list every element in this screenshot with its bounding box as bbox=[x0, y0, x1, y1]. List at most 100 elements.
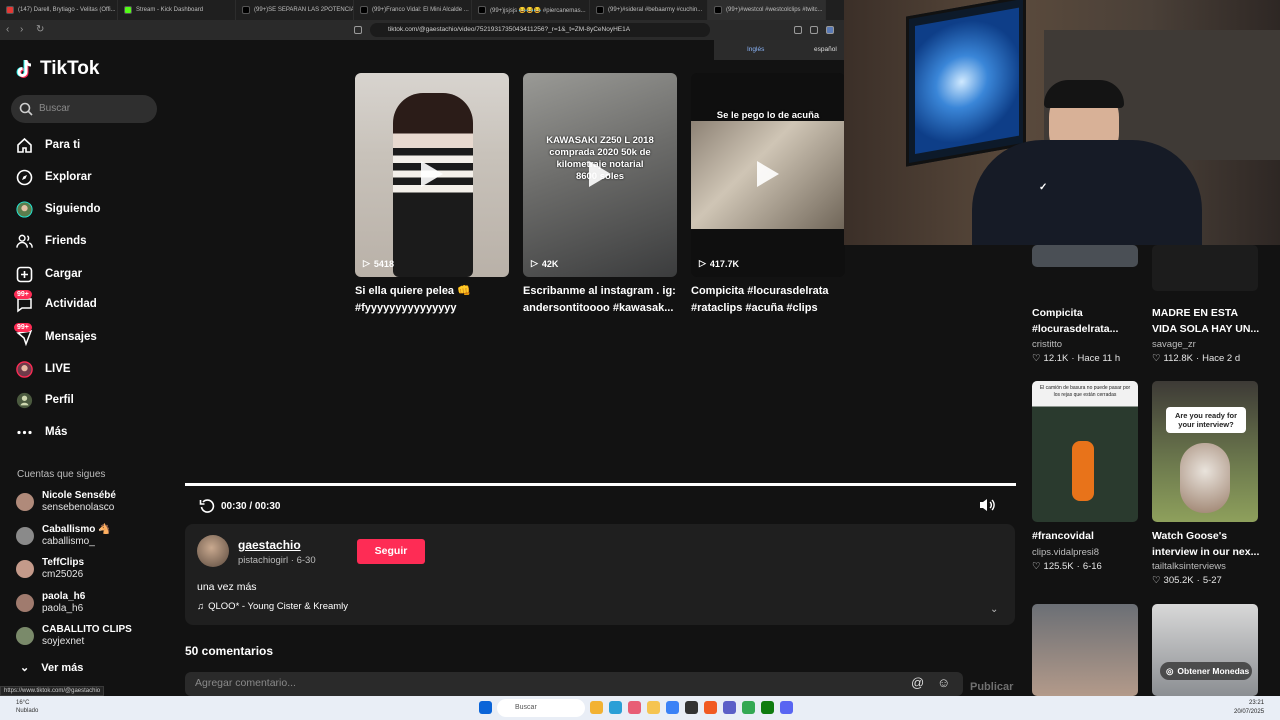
brave-icon[interactable] bbox=[704, 701, 717, 714]
files-app-icon[interactable] bbox=[590, 701, 603, 714]
extension-icon[interactable] bbox=[794, 26, 802, 34]
play-icon bbox=[757, 161, 779, 187]
followed-account[interactable]: CABALLITO CLIPS soyjexnet bbox=[16, 624, 132, 648]
translate-icon[interactable] bbox=[826, 26, 834, 34]
suggested-video-thumbnail[interactable]: Se le pego lo de acuña ▷ 417.7K bbox=[691, 73, 845, 277]
related-video-thumbnail[interactable]: Are you ready for your interview? bbox=[1152, 381, 1258, 522]
folder-icon[interactable] bbox=[647, 701, 660, 714]
related-video-thumbnail[interactable] bbox=[1152, 245, 1258, 291]
tiktok-logo[interactable]: TikTok bbox=[16, 58, 99, 80]
avatar bbox=[16, 527, 34, 545]
author-avatar[interactable] bbox=[197, 535, 229, 567]
more-icon bbox=[16, 424, 33, 441]
search-input[interactable]: Buscar bbox=[11, 95, 157, 123]
forward-icon[interactable]: › bbox=[20, 24, 23, 36]
sidebar-item-para-ti[interactable]: Para ti bbox=[16, 134, 80, 156]
system-clock[interactable]: 23:21 20/07/2025 bbox=[1234, 699, 1264, 717]
suggested-video-thumbnail[interactable]: KAWASAKI Z250 L 2018 comprada 2020 50k d… bbox=[523, 73, 677, 277]
related-video-title[interactable]: MADRE EN ESTA VIDA SOLA HAY UN... bbox=[1152, 305, 1264, 337]
nike-logo-icon: ✓ bbox=[1039, 182, 1048, 193]
windows-start-icon[interactable] bbox=[479, 701, 492, 714]
translate-from-tab[interactable]: Inglés bbox=[747, 46, 764, 53]
xbox-icon[interactable] bbox=[761, 701, 774, 714]
followed-account[interactable]: Nicole Sensébé sensebenolasco bbox=[16, 490, 116, 514]
back-icon[interactable]: ‹ bbox=[6, 24, 9, 36]
related-video-thumbnail[interactable] bbox=[1032, 604, 1138, 696]
followed-account[interactable]: TeffClips cm25026 bbox=[16, 557, 84, 581]
replay-icon[interactable] bbox=[199, 498, 215, 514]
sidebar-item-live[interactable]: LIVE bbox=[16, 358, 71, 380]
related-video-thumbnail[interactable] bbox=[1032, 245, 1138, 267]
like-count: 112.8K bbox=[1163, 353, 1193, 364]
followed-account[interactable]: paola_h6 paola_h6 bbox=[16, 591, 85, 615]
related-video-title[interactable]: #francovidal bbox=[1032, 528, 1144, 544]
tab-title: (99+)#westcol #westcolclips #twitc... bbox=[726, 7, 823, 13]
cast-icon[interactable] bbox=[810, 26, 818, 34]
related-video-author[interactable]: clips.vidalpresi8 bbox=[1032, 547, 1099, 558]
publish-button[interactable]: Publicar bbox=[970, 681, 1013, 693]
browser-tab[interactable]: (99+)SE SEPARAN LAS 2POTENCIA... bbox=[236, 0, 354, 20]
volume-icon[interactable] bbox=[978, 497, 996, 513]
weather-widget[interactable]: 16°C Nublado bbox=[16, 699, 38, 715]
tab-title: (99+)jsjsjs 😂😂😂 #piercanemas... bbox=[490, 7, 586, 14]
taskbar-search[interactable]: Buscar bbox=[497, 699, 585, 717]
sidebar-item-cargar[interactable]: Cargar bbox=[16, 263, 82, 285]
sidebar-item-siguiendo[interactable]: Siguiendo bbox=[16, 198, 101, 220]
related-video-author[interactable]: savage_zr bbox=[1152, 339, 1196, 350]
account-name: paola_h6 bbox=[42, 591, 86, 602]
play-icon bbox=[421, 161, 443, 187]
author-username[interactable]: gaestachio bbox=[238, 538, 301, 552]
photos-icon[interactable] bbox=[628, 701, 641, 714]
url-field[interactable]: tiktok.com/@gaestachio/video/75219317350… bbox=[370, 23, 710, 37]
follow-button[interactable]: Seguir bbox=[357, 539, 425, 564]
browser-tab[interactable]: (147) Darell, Brytiago - Velitas (Offi..… bbox=[0, 0, 118, 20]
see-more-button[interactable]: ⌄ Ver más bbox=[20, 661, 83, 675]
activity-icon: 99+ bbox=[14, 289, 33, 313]
translate-to-tab[interactable]: español bbox=[814, 46, 837, 53]
discord-icon[interactable] bbox=[780, 701, 793, 714]
sidebar-item-friends[interactable]: Friends bbox=[16, 230, 87, 252]
obs-icon[interactable] bbox=[685, 701, 698, 714]
comment-input[interactable] bbox=[195, 677, 795, 689]
edge-icon[interactable] bbox=[609, 701, 622, 714]
related-video-author[interactable]: tailtalksinterviews bbox=[1152, 561, 1226, 572]
thumbnail-overlay-text: El camión de basura no puede pasar por l… bbox=[1039, 385, 1131, 398]
suggested-video-title[interactable]: Si ella quiere pelea 👊 #fyyyyyyyyyyyyyyy bbox=[355, 283, 511, 317]
browser-tab[interactable]: (99+)#westcol #westcolclips #twitc... bbox=[708, 0, 826, 20]
sidebar-item-mensajes[interactable]: 99+ Mensajes bbox=[14, 322, 97, 348]
teams-icon[interactable] bbox=[723, 701, 736, 714]
expand-chevron-icon[interactable]: ⌄ bbox=[990, 604, 998, 615]
suggested-video-title[interactable]: Escribanme al instagram . ig: andersonti… bbox=[523, 283, 679, 317]
tab-title: (99+)SE SEPARAN LAS 2POTENCIA... bbox=[254, 7, 354, 13]
music-link[interactable]: ♫ QLOO* - Young Cister & Kreamly bbox=[197, 601, 348, 612]
browser-tab[interactable]: Stream - Kick Dashboard bbox=[118, 0, 236, 20]
related-video-author[interactable]: cristitto bbox=[1032, 339, 1062, 350]
related-video-title[interactable]: Watch Goose's interview in our nex... bbox=[1152, 528, 1264, 560]
suggested-video-thumbnail[interactable]: ▷ 5418 bbox=[355, 73, 509, 277]
bookmark-icon[interactable] bbox=[354, 26, 362, 34]
account-name: CABALLITO CLIPS bbox=[42, 624, 132, 635]
mention-icon[interactable]: @ bbox=[911, 675, 924, 690]
translate-popup: Inglés español bbox=[714, 40, 844, 60]
sidebar-item-más[interactable]: Más bbox=[16, 421, 67, 443]
chrome-icon[interactable] bbox=[742, 701, 755, 714]
logo-text: TikTok bbox=[40, 58, 100, 79]
video-progress-bar[interactable] bbox=[185, 483, 1016, 486]
related-video-thumbnail[interactable]: ◎ Obtener Monedas bbox=[1152, 604, 1258, 696]
related-video-title[interactable]: Compicita #locurasdelrata... bbox=[1032, 305, 1140, 337]
sidebar-item-label: Cargar bbox=[45, 268, 83, 280]
browser-tab[interactable]: (99+)jsjsjs 😂😂😂 #piercanemas... bbox=[472, 0, 590, 20]
sidebar-item-actividad[interactable]: 99+ Actividad bbox=[14, 289, 97, 315]
sidebar-item-explorar[interactable]: Explorar bbox=[16, 166, 92, 188]
notification-badge: 99+ bbox=[14, 289, 32, 299]
suggested-video-title[interactable]: Compicita #locurasdelrata #rataclips #ac… bbox=[691, 283, 847, 317]
store-icon[interactable] bbox=[666, 701, 679, 714]
browser-tab[interactable]: (99+)Franco Vidal: El Mini Alcalde ... bbox=[354, 0, 472, 20]
followed-account[interactable]: Caballismo 🐴 caballismo_ bbox=[16, 524, 111, 548]
reload-icon[interactable]: ↻ bbox=[36, 24, 44, 36]
browser-tab[interactable]: (99+)#sideral #bebaarmy #cuchin... bbox=[590, 0, 708, 20]
related-video-thumbnail[interactable]: El camión de basura no puede pasar por l… bbox=[1032, 381, 1138, 522]
sidebar-item-perfil[interactable]: Perfil bbox=[16, 389, 74, 411]
emoji-icon[interactable]: ☺ bbox=[937, 675, 950, 690]
get-coins-button[interactable]: ◎ Obtener Monedas bbox=[1160, 662, 1252, 680]
